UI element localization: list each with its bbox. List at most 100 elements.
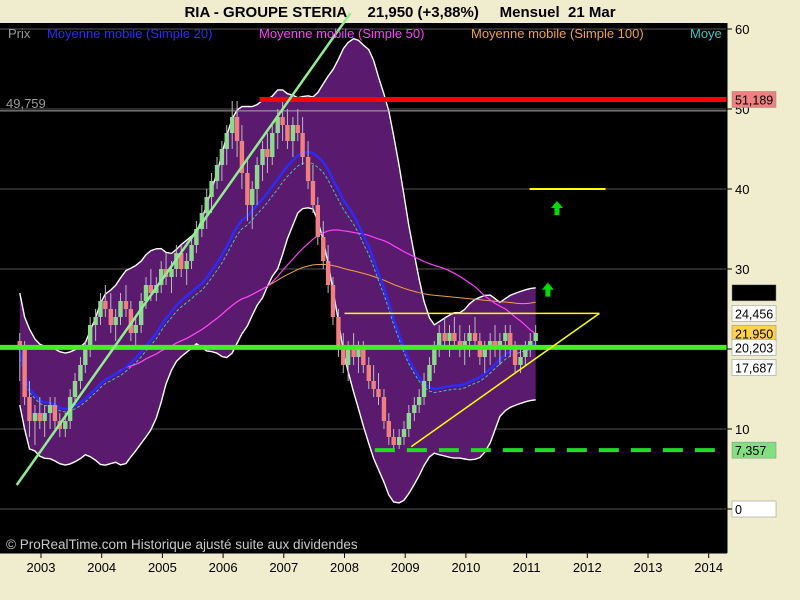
y-tick-label: 60 [735, 22, 749, 37]
y-tick-label: 30 [735, 262, 749, 277]
x-tick-label: 2006 [209, 560, 238, 575]
candle-body [325, 261, 331, 285]
x-tick-label: 2009 [391, 560, 420, 575]
chart-title: RIA - GROUPE STERIA 21,950 (+3,88%) Mens… [184, 4, 615, 21]
legend-item: Moyenne mobile (Simple 50) [259, 26, 424, 41]
candle-body [336, 317, 341, 349]
candle-body [305, 157, 311, 181]
candle-body [386, 421, 392, 437]
candle-body [472, 333, 478, 341]
candle-body [27, 397, 32, 421]
candle-body [133, 325, 138, 333]
candle-body [416, 397, 422, 405]
candle-body [447, 333, 452, 341]
x-tick-label: 2008 [330, 560, 359, 575]
candle-body [214, 165, 220, 181]
candle-body [265, 149, 270, 157]
candle-body [83, 349, 88, 365]
candle-body [63, 421, 68, 429]
x-tick-label: 2004 [87, 560, 116, 575]
candle-body [260, 149, 265, 165]
candle-body [371, 381, 376, 389]
x-tick-label: 2011 [513, 560, 541, 575]
candle-body [254, 165, 260, 189]
candle-body [37, 413, 42, 421]
price-tag-label: 0 [735, 503, 742, 517]
candle-body [356, 349, 361, 357]
x-tick-label: 2007 [269, 560, 298, 575]
candle-body [381, 397, 387, 421]
price-tag-label: 27,022 [735, 287, 773, 301]
candle-body [361, 349, 366, 365]
candle-body [406, 413, 412, 429]
legend-item: Prix [8, 26, 31, 41]
candle-body [376, 389, 381, 397]
candle-body [280, 117, 285, 125]
candle-body [72, 381, 78, 397]
candle-body [250, 189, 255, 205]
candle-body [219, 149, 225, 165]
price-tags: 51,18927,02224,45621,95020,20317,6877,35… [731, 91, 777, 518]
y-tick-label: 40 [735, 182, 749, 197]
candle-body [93, 317, 98, 325]
x-tick-label: 2013 [634, 560, 663, 575]
candle-body [189, 245, 194, 261]
level-label: 49,759 [6, 96, 46, 111]
candle-body [421, 381, 427, 397]
candle-body [184, 261, 189, 269]
candle-body [300, 133, 305, 157]
candle-body [341, 349, 346, 365]
candle-body [503, 333, 508, 341]
candle-body [98, 301, 103, 317]
candle-body [108, 309, 114, 325]
candle-body [103, 301, 108, 309]
candle-body [310, 181, 316, 205]
x-axis: 2003 2004 2005 2006 2007 2008 2009 2010 2011 2012… [0, 552, 727, 575]
candle-body [412, 405, 417, 413]
candle-body [432, 349, 437, 365]
stock-chart: 49,759 RIA - GROUPE STERIA 21,950 (+3,88… [0, 4, 777, 575]
candle-body [366, 365, 371, 381]
y-tick-label: 10 [735, 422, 749, 437]
candle-body [113, 317, 118, 325]
candle-body [533, 333, 538, 341]
candle-body [330, 285, 336, 317]
candle-body [518, 357, 523, 365]
candle-body [401, 429, 407, 437]
price-tag-label: 7,357 [735, 444, 766, 458]
candle-body [42, 413, 47, 421]
candle-body [22, 349, 27, 397]
candle-body [391, 437, 396, 445]
candle-body [482, 349, 487, 357]
candle-body [290, 125, 296, 141]
legend-item: Moye [690, 26, 722, 41]
candle-body [123, 301, 129, 309]
candle-body [224, 133, 229, 149]
candle-body [512, 349, 518, 365]
candle-body [321, 237, 326, 261]
candle-body [396, 437, 402, 445]
candle-body [427, 365, 432, 381]
candle-body [345, 349, 351, 365]
candle-body [467, 333, 472, 341]
candle-body [523, 349, 528, 357]
candle-body [452, 333, 457, 341]
legend-item: Moyenne mobile (Simple 100) [471, 26, 644, 41]
x-tick-label: 2014 [694, 560, 723, 575]
copyright-note: © ProRealTime.com Historique ajusté suit… [6, 537, 358, 552]
price-tag-label: 20,203 [735, 341, 773, 355]
candle-body [270, 133, 275, 157]
x-tick-label: 2005 [148, 560, 177, 575]
candle-body [118, 301, 123, 317]
price-tag-label: 51,189 [735, 93, 773, 107]
candle-body [209, 181, 214, 197]
candle-body [78, 365, 83, 381]
candle-body [32, 413, 38, 421]
legend-item: Moyenne mobile (Simple 20) [47, 26, 212, 41]
candle-body [351, 349, 356, 357]
x-tick-label: 2012 [573, 560, 602, 575]
candle-body [234, 117, 240, 141]
candle-body [245, 173, 250, 205]
x-tick-label: 2010 [451, 560, 480, 575]
candle-body [204, 197, 209, 213]
